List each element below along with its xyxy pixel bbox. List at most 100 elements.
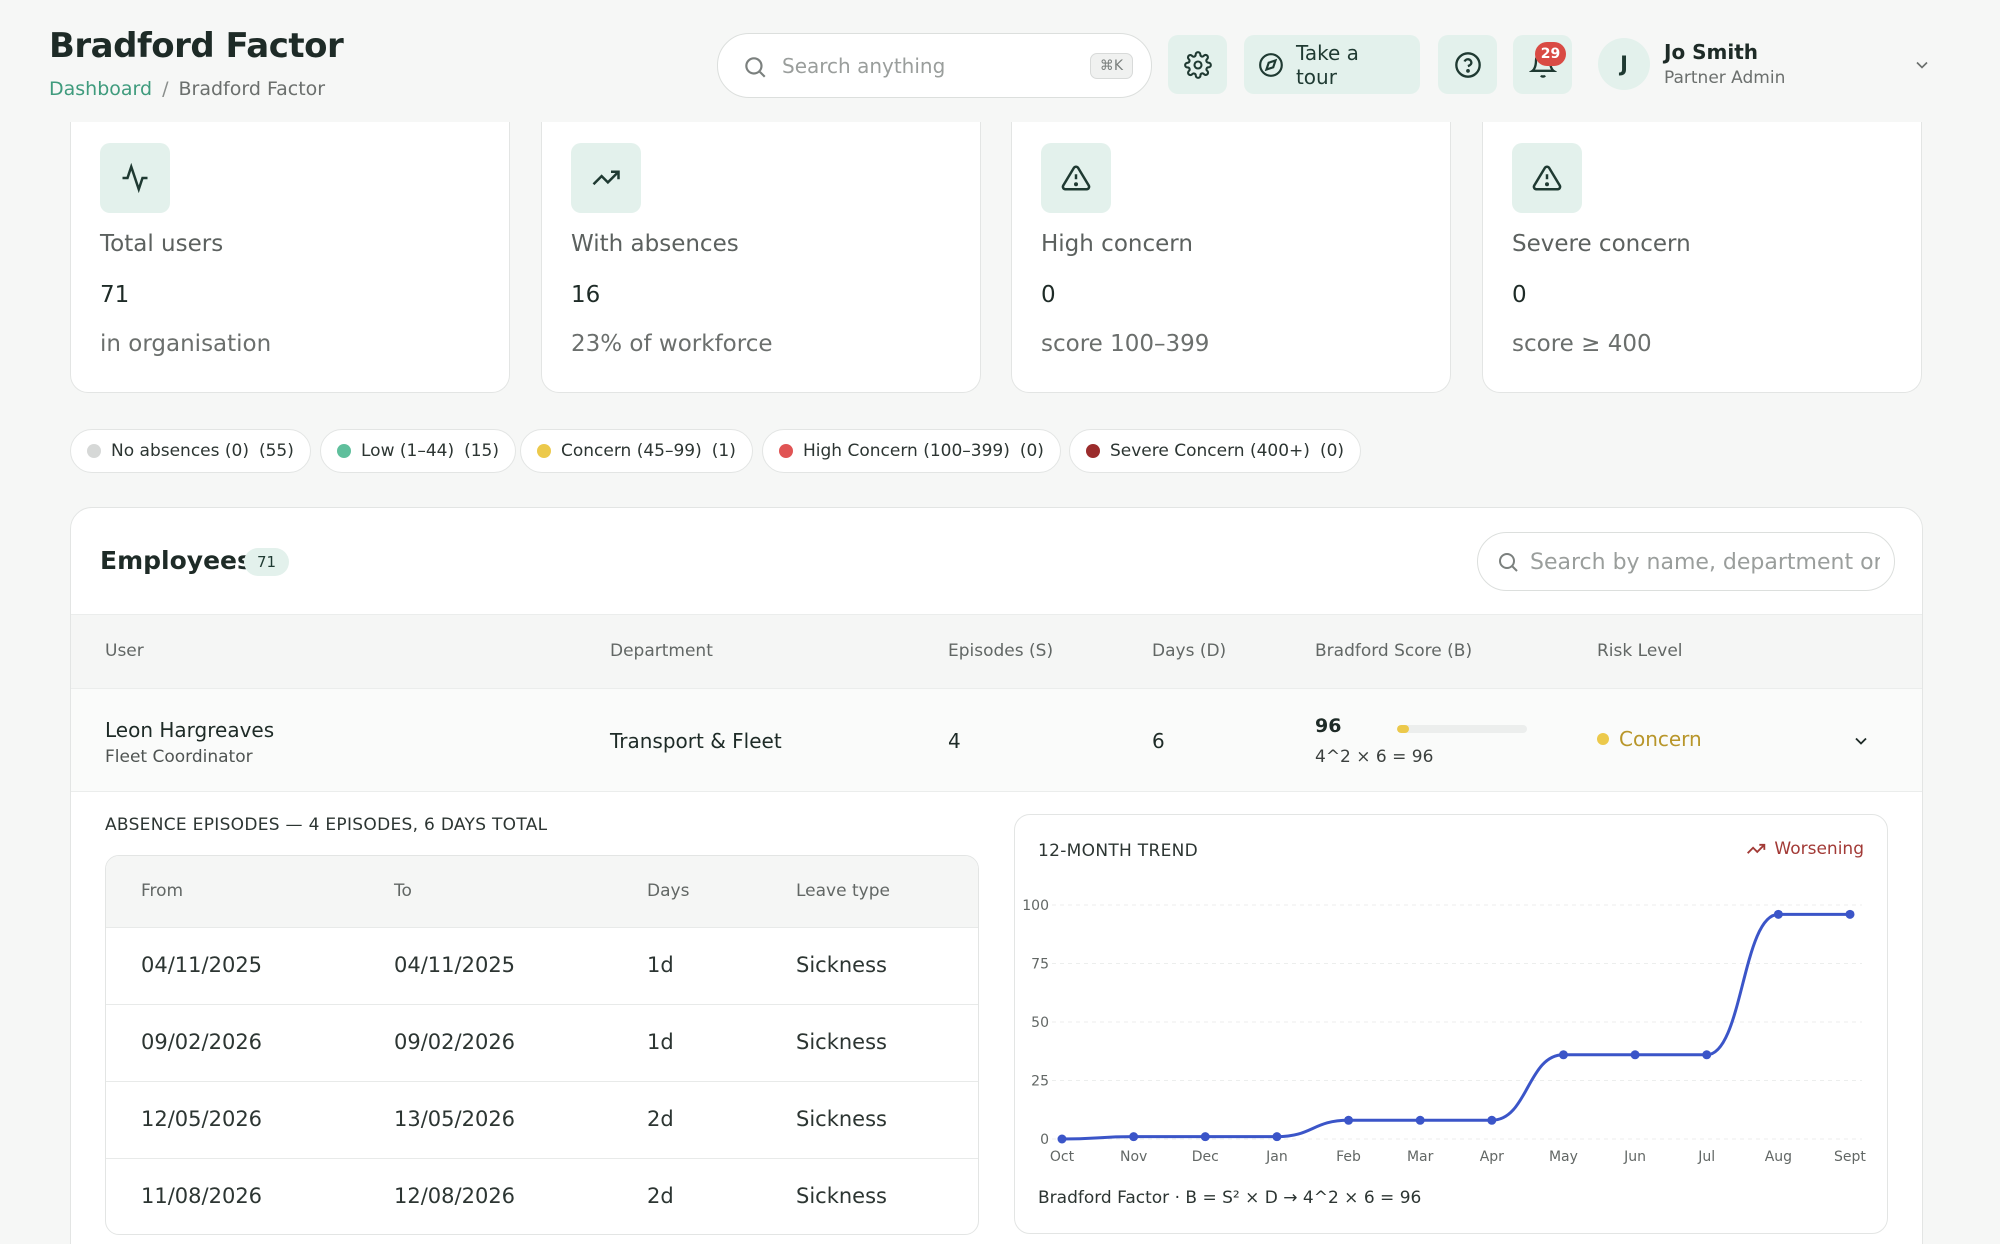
stat-value: 16 (571, 282, 601, 308)
x-tick-label: Jan (1265, 1149, 1288, 1165)
settings-button[interactable] (1168, 35, 1227, 94)
chevron-down-icon[interactable] (1912, 55, 1932, 75)
column-header-episodes[interactable]: Episodes (S) (948, 641, 1053, 661)
legend-count: (0) (1319, 441, 1345, 461)
column-header-department[interactable]: Department (610, 641, 713, 661)
stat-card-high-concern: High concern 0 score 100–399 (1011, 122, 1451, 393)
x-tick-label: Dec (1192, 1149, 1219, 1165)
compass-icon (1259, 52, 1283, 77)
top-header: Bradford Factor Dashboard / Bradford Facto… (0, 0, 2000, 122)
warning-icon (1512, 143, 1582, 213)
chevron-down-icon[interactable] (1851, 731, 1871, 751)
list-item: 12/05/2026 13/05/2026 2d Sickness (106, 1082, 978, 1159)
x-tick-label: Aug (1765, 1149, 1792, 1165)
employee-search[interactable] (1477, 532, 1895, 591)
data-point (1344, 1115, 1354, 1125)
stat-card-severe-concern: Severe concern 0 score ≥ 400 (1482, 122, 1922, 393)
legend-filter-high-concern[interactable]: High Concern (100–399) (0) (762, 429, 1061, 473)
legend-count: (55) (258, 441, 294, 461)
episode-days: 1d (647, 953, 674, 977)
stat-label: Total users (100, 231, 224, 257)
employee-search-input[interactable] (1530, 547, 1880, 577)
trend-status-label: Worsening (1774, 839, 1864, 859)
stat-value: 0 (1512, 282, 1527, 308)
column-header-leave-type: Leave type (796, 881, 890, 901)
legend-label: Concern (45–99) (561, 441, 702, 461)
legend-filter-severe-concern[interactable]: Severe Concern (400+) (0) (1069, 429, 1362, 473)
trend-chart: 0 25 50 75 100 Oct Nov Dec Jan Feb Mar Apr May Jun Jul… (1022, 898, 1866, 1165)
legend-filter-concern[interactable]: Concern (45–99) (1) (520, 429, 753, 473)
data-point (1272, 1132, 1282, 1142)
take-a-tour-button[interactable]: Take a tour (1244, 35, 1420, 94)
x-tick-label: Sept (1834, 1149, 1866, 1165)
x-tick-label: Mar (1407, 1149, 1434, 1165)
gear-icon (1183, 50, 1212, 79)
data-point (1415, 1115, 1425, 1125)
trend-line (1061, 912, 1850, 1141)
episode-from: 09/02/2026 (141, 1030, 263, 1054)
episode-days: 1d (647, 1030, 674, 1054)
data-point (1129, 1132, 1139, 1142)
global-search-input[interactable] (782, 50, 1082, 82)
bradford-score-value: 96 (1315, 715, 1342, 737)
legend-count: (1) (711, 441, 736, 461)
help-button[interactable] (1438, 35, 1497, 94)
column-header-bradford-score[interactable]: Bradford Score (B) (1315, 641, 1472, 661)
stat-card-total-users: Total users 71 in organisation (70, 122, 510, 393)
episode-to: 04/11/2025 (394, 953, 516, 977)
data-point (1630, 1050, 1640, 1060)
y-tick-label: 25 (1031, 1074, 1049, 1090)
column-header-days[interactable]: Days (D) (1152, 641, 1226, 661)
risk-dot (1597, 733, 1609, 745)
list-item: 09/02/2026 09/02/2026 1d Sickness (106, 1005, 978, 1082)
legend-filter-no-absences[interactable]: No absences (0) (55) (70, 429, 311, 473)
legend-count: (15) (464, 441, 499, 461)
global-search[interactable]: ⌘K (717, 33, 1152, 98)
stat-subtext: in organisation (100, 331, 272, 357)
stat-subtext: score ≥ 400 (1512, 331, 1652, 357)
help-circle-icon (1454, 51, 1481, 78)
x-tick-label: May (1549, 1149, 1578, 1165)
legend-label: Severe Concern (400+) (1110, 441, 1310, 461)
trend-status: Worsening (1746, 839, 1864, 859)
avatar[interactable]: J (1598, 38, 1650, 90)
legend-label: No absences (0) (111, 441, 249, 461)
legend-dot (537, 444, 551, 458)
take-a-tour-label: Take a tour (1295, 40, 1359, 89)
stat-label: High concern (1041, 231, 1193, 257)
employees-table-header: User Department Episodes (S) Days (D) Br… (71, 614, 1922, 689)
legend-label: Low (1–44) (361, 441, 455, 461)
bradford-score-formula: 4^2 × 6 = 96 (1315, 747, 1434, 767)
column-header-user[interactable]: User (105, 641, 144, 661)
user-name[interactable]: Jo Smith (1664, 40, 1758, 64)
column-header-risk-level[interactable]: Risk Level (1597, 641, 1683, 661)
episode-leave-type: Sickness (796, 1030, 887, 1054)
list-item: 04/11/2025 04/11/2025 1d Sickness (106, 928, 978, 1005)
bradford-score-bar (1397, 725, 1527, 733)
legend-dot (1086, 444, 1100, 458)
trend-formula: Bradford Factor · B = S² × D → 4^2 × 6 =… (1038, 1188, 1422, 1208)
y-tick-label: 50 (1031, 1015, 1049, 1031)
employee-days: 6 (1152, 729, 1165, 753)
page-title: Bradford Factor (49, 26, 344, 66)
episode-from: 04/11/2025 (141, 953, 263, 977)
employee-department: Transport & Fleet (610, 729, 782, 753)
data-point (1200, 1132, 1210, 1142)
x-tick-label: Nov (1120, 1149, 1147, 1165)
trending-up-icon (571, 143, 641, 213)
stat-subtext: 23% of workforce (571, 331, 773, 357)
episode-to: 09/02/2026 (394, 1030, 516, 1054)
data-point (1702, 1050, 1712, 1060)
list-item: 11/08/2026 12/08/2026 2d Sickness (106, 1159, 978, 1234)
data-point (1558, 1050, 1568, 1060)
episodes-table-header: From To Days Leave type (106, 856, 978, 928)
breadcrumb-dashboard-link[interactable]: Dashboard (49, 78, 152, 100)
x-tick-label: Oct (1050, 1149, 1075, 1165)
trend-card: 12-MONTH TREND Worsening 0 25 50 75 100 Oct No… (1014, 814, 1888, 1234)
table-row[interactable]: Leon Hargreaves Fleet Coordinator Transp… (71, 689, 1922, 792)
risk-level-label: Concern (1619, 727, 1702, 751)
data-point (1057, 1134, 1067, 1144)
trend-title: 12-MONTH TREND (1038, 841, 1199, 861)
notification-count-badge: 29 (1535, 42, 1566, 66)
legend-filter-low[interactable]: Low (1–44) (15) (320, 429, 516, 473)
